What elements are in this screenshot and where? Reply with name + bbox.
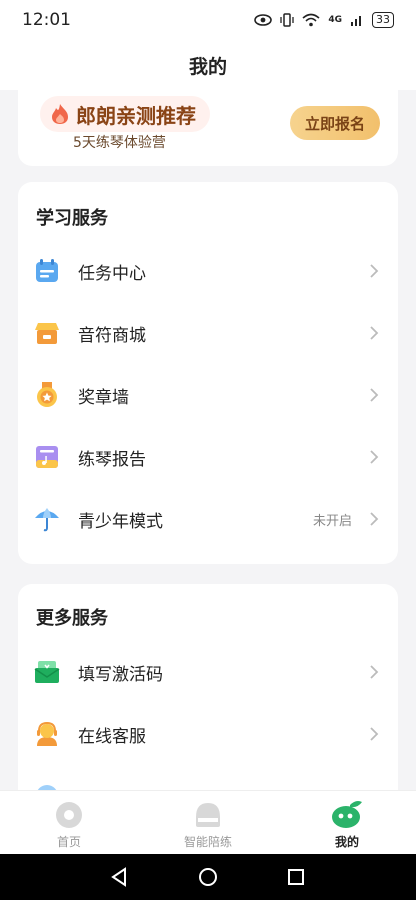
tab-home-label: 首页	[56, 835, 81, 849]
back-icon[interactable]	[110, 867, 128, 887]
chevron-right-icon	[370, 727, 379, 741]
practice-report-label: 练琴报告	[78, 449, 146, 470]
chevron-right-icon	[370, 388, 379, 402]
wifi-icon	[302, 13, 320, 27]
customer-service-icon	[37, 721, 57, 746]
battery-icon: 33	[372, 12, 394, 28]
list-item-teen-mode[interactable]: 青少年模式 未开启	[18, 488, 398, 550]
note-store-label: 音符商城	[78, 325, 146, 346]
chevron-right-icon	[370, 264, 379, 278]
bottom-tab-bar: 首页 智能陪练 我的	[0, 790, 416, 855]
medal-wall-label: 奖章墙	[78, 387, 129, 408]
status-time: 12:01	[22, 10, 71, 30]
umbrella-icon	[35, 508, 59, 532]
report-icon	[36, 446, 58, 468]
medal-icon	[37, 382, 57, 407]
tab-home[interactable]: 首页	[0, 799, 138, 851]
activation-code-label: 填写激活码	[78, 664, 163, 685]
calendar-icon	[36, 259, 58, 282]
learning-services-card: 学习服务 任务中心 音符商城 奖章墙 练琴报告 青少年模式 未开启	[18, 182, 398, 564]
list-item-practice-report[interactable]: 练琴报告	[18, 426, 398, 488]
online-support-label: 在线客服	[78, 726, 146, 747]
chevron-right-icon	[370, 326, 379, 340]
promo-subtitle: 5天练琴体验营	[73, 135, 166, 151]
promo-badge: 郎朗亲测推荐	[40, 96, 210, 132]
chevron-right-icon	[370, 450, 379, 464]
network-label: 4G	[328, 15, 342, 25]
vibrate-icon	[280, 13, 294, 27]
page-title: 我的	[0, 40, 416, 90]
recents-icon[interactable]	[287, 868, 305, 886]
task-center-label: 任务中心	[78, 263, 146, 284]
more-services-card: 更多服务 填写激活码 在线客服	[18, 584, 398, 807]
list-item-online-support[interactable]: 在线客服	[18, 703, 398, 765]
tab-smart-practice-label: 智能陪练	[183, 835, 232, 849]
list-item-medal-wall[interactable]: 奖章墙	[18, 364, 398, 426]
teen-mode-label: 青少年模式	[78, 511, 163, 532]
tab-mine[interactable]: 我的	[278, 799, 416, 851]
eye-icon	[254, 14, 273, 26]
leaf-avatar-icon	[332, 801, 362, 828]
promo-title: 郎朗亲测推荐	[76, 103, 196, 128]
tab-smart-practice[interactable]: 智能陪练	[139, 799, 277, 851]
system-nav-bar	[0, 854, 416, 900]
chevron-right-icon	[370, 512, 379, 526]
status-icons: 4G 33	[254, 12, 394, 28]
promo-card[interactable]: 郎朗亲测推荐 5天练琴体验营 立即报名	[18, 90, 398, 166]
piano-icon	[196, 803, 220, 827]
tab-mine-label: 我的	[334, 835, 359, 849]
envelope-icon	[34, 661, 60, 683]
list-item-task-center[interactable]: 任务中心	[18, 240, 398, 302]
signup-button[interactable]: 立即报名	[290, 106, 380, 140]
flame-icon	[52, 104, 68, 124]
learning-services-title: 学习服务	[36, 208, 108, 229]
store-icon	[35, 323, 59, 344]
teen-mode-status: 未开启	[312, 513, 352, 529]
chevron-right-icon	[370, 665, 379, 679]
home-circle-icon[interactable]	[198, 867, 218, 887]
status-bar: 12:01 4G 33	[0, 0, 416, 40]
signal-icon	[351, 16, 361, 26]
list-item-activation-code[interactable]: 填写激活码	[18, 641, 398, 703]
list-item-note-store[interactable]: 音符商城	[18, 302, 398, 364]
more-services-title: 更多服务	[36, 608, 108, 629]
home-icon	[56, 802, 82, 828]
